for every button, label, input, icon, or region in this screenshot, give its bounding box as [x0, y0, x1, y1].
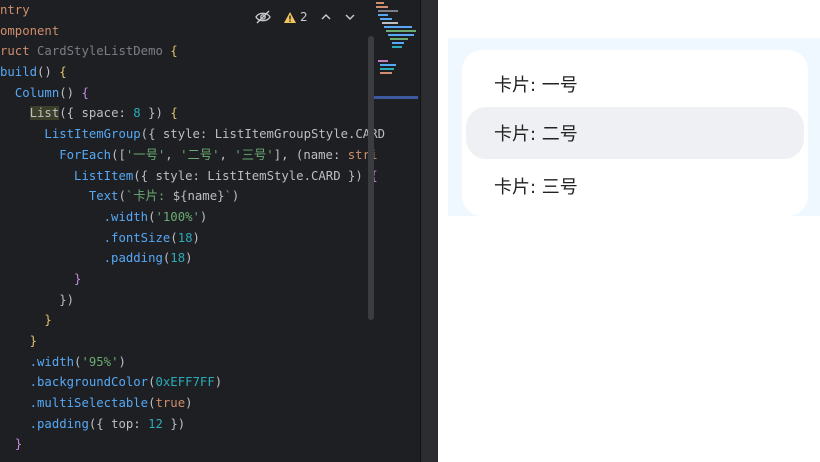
warnings-indicator[interactable]: 2	[283, 10, 308, 24]
list-item[interactable]: 卡片: 三号	[466, 160, 804, 212]
next-highlight-button[interactable]	[344, 12, 356, 22]
list-item[interactable]: 卡片: 一号	[466, 58, 804, 110]
code-line: }	[74, 271, 82, 286]
code-line: })	[59, 292, 75, 307]
code-line: .width('95%')	[29, 354, 126, 369]
list-item-label: 卡片: 三号	[494, 177, 578, 198]
code-line: Column() {	[14, 85, 89, 100]
code-line: .width('100%')	[103, 209, 208, 224]
list-item-label: 卡片: 二号	[494, 124, 578, 145]
code-line: ListItemGroup({ style: ListItemGroupStyl…	[44, 127, 386, 142]
list-item[interactable]: 卡片: 二号	[466, 107, 804, 159]
code-line: List({ space: 8 }) {	[29, 106, 178, 121]
eye-slash-icon	[255, 10, 271, 24]
code-line: }	[29, 334, 38, 348]
code-line: .multiSelectable(true)	[29, 396, 193, 411]
code-line: }	[44, 313, 52, 328]
warnings-count: 2	[300, 10, 308, 24]
code-line: .padding({ top: 12 })	[29, 416, 186, 431]
hide-toggle-button[interactable]	[255, 10, 271, 24]
chevron-down-icon	[345, 14, 355, 20]
list-item-label: 卡片: 一号	[494, 75, 578, 96]
code-line: ruct CardStyleListDemo {	[0, 44, 178, 59]
code-line: .backgroundColor(0xEFF7FF)	[29, 375, 223, 390]
code-minimap[interactable]	[374, 0, 418, 110]
code-line: build() {	[0, 65, 67, 80]
code-line: ListItem({ style: ListItemStyle.CARD }) …	[74, 168, 378, 183]
code-line: ForEach(['一号', '二号', '三号'], (name: stri	[59, 147, 378, 162]
code-line: .fontSize(18)	[103, 230, 200, 245]
code-line: .padding(18)	[103, 251, 193, 266]
list-item-group-card: 卡片: 一号 卡片: 二号 卡片: 三号	[462, 50, 808, 216]
code-line: }	[14, 437, 23, 452]
previous-highlight-button[interactable]	[320, 12, 332, 22]
code-text[interactable]: ntry omponent ruct CardStyleListDemo {buil…	[0, 0, 385, 455]
code-editor[interactable]: ntry omponent ruct CardStyleListDemo {buil…	[0, 0, 420, 462]
warning-triangle-icon	[284, 11, 296, 23]
pane-divider[interactable]	[420, 0, 439, 462]
editor-toolbar: 2	[255, 6, 356, 28]
code-line: Text(`卡片: ${name}`)	[88, 189, 240, 204]
device-preview: 卡片: 一号 卡片: 二号 卡片: 三号	[438, 0, 820, 462]
list-container: 卡片: 一号 卡片: 二号 卡片: 三号	[448, 38, 820, 216]
chevron-up-icon	[321, 14, 331, 20]
